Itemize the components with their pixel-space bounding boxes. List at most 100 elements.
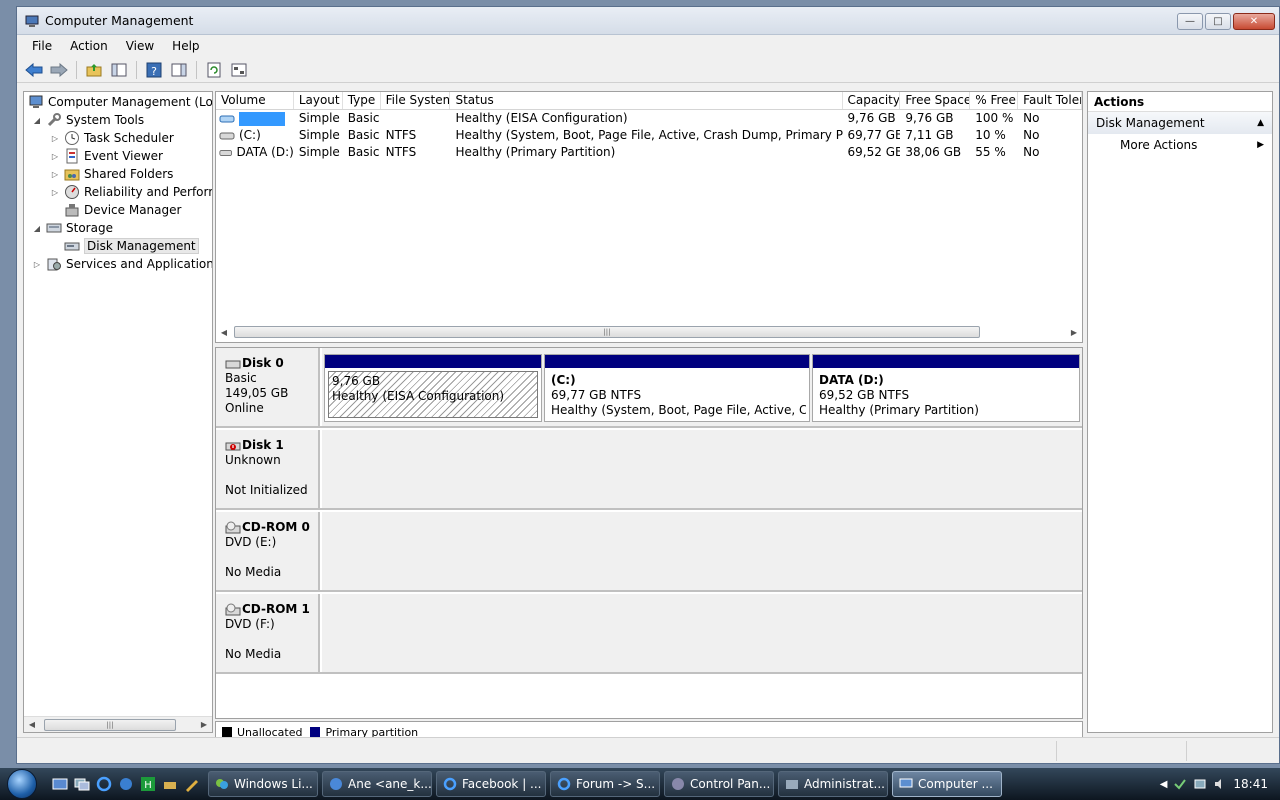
- disk-type: Basic: [225, 371, 257, 385]
- scroll-right-icon[interactable]: ▶: [196, 720, 212, 729]
- column-header-fault-tolerance[interactable]: Fault Toler: [1018, 92, 1082, 109]
- menu-action[interactable]: Action: [61, 39, 117, 53]
- expand-arrow-icon[interactable]: ▷: [50, 188, 60, 197]
- back-button[interactable]: [23, 60, 45, 80]
- tree-item-computer-management[interactable]: Computer Management (Local: [28, 93, 212, 111]
- expand-arrow-icon[interactable]: ▷: [32, 260, 42, 269]
- show-desktop-icon[interactable]: [52, 776, 68, 792]
- disk-info[interactable]: Disk 1 Unknown Not Initialized: [216, 430, 320, 508]
- scroll-left-icon[interactable]: ◀: [24, 720, 40, 729]
- column-header-percent-free[interactable]: % Free: [970, 92, 1019, 109]
- tree-item-system-tools[interactable]: ◢ System Tools: [32, 111, 144, 129]
- tree-item-shared-folders[interactable]: ▷ Shared Folders: [50, 165, 173, 183]
- menu-help[interactable]: Help: [163, 39, 208, 53]
- column-header-layout[interactable]: Layout: [294, 92, 343, 109]
- tree-item-storage[interactable]: ◢ Storage: [32, 219, 113, 237]
- column-header-volume[interactable]: Volume: [216, 92, 294, 109]
- scroll-left-icon[interactable]: ◀: [216, 328, 232, 337]
- maximize-button[interactable]: □: [1205, 13, 1231, 30]
- volume-row[interactable]: DATA (D:) Simple Basic NTFS Healthy (Pri…: [216, 144, 1082, 161]
- task-administrative-tools[interactable]: Administrat...: [778, 771, 888, 797]
- more-actions-item[interactable]: More Actions ▶: [1088, 134, 1272, 156]
- column-header-free-space[interactable]: Free Space: [900, 92, 971, 109]
- expand-arrow-icon[interactable]: ▷: [50, 134, 60, 143]
- task-computer-management[interactable]: Computer ...: [892, 771, 1002, 797]
- volume-cell: (C:): [216, 127, 294, 144]
- title-bar[interactable]: Computer Management — □ ✕: [17, 7, 1279, 35]
- column-header-status[interactable]: Status: [450, 92, 843, 109]
- back-arrow-icon: [25, 62, 43, 77]
- scrollbar-thumb[interactable]: |||: [234, 326, 980, 338]
- task-windows-live[interactable]: Windows Li...: [208, 771, 318, 797]
- network-icon[interactable]: [162, 776, 178, 792]
- partition-size: 69,52 GB NTFS: [819, 388, 910, 402]
- tree-item-services-and-applications[interactable]: ▷ Services and Applications: [32, 255, 212, 273]
- forward-arrow-icon: [50, 62, 68, 77]
- security-icon[interactable]: [1173, 777, 1187, 791]
- partition-eisa[interactable]: 9,76 GB Healthy (EISA Configuration): [324, 354, 542, 422]
- close-button[interactable]: ✕: [1233, 13, 1275, 30]
- scrollbar-track[interactable]: |||: [232, 326, 1066, 338]
- expand-arrow-icon[interactable]: ▷: [50, 170, 60, 179]
- disk-row-cdrom-1[interactable]: CD-ROM 1 DVD (F:) No Media: [216, 594, 1082, 674]
- clock[interactable]: 18:41: [1233, 777, 1268, 791]
- volume-icon: [219, 115, 235, 122]
- column-header-capacity[interactable]: Capacity: [843, 92, 901, 109]
- help-button[interactable]: ?: [143, 60, 165, 80]
- minimize-button[interactable]: —: [1177, 13, 1203, 30]
- disk-row-disk-0[interactable]: Disk 0 Basic 149,05 GB Online 9,76 GB He…: [216, 348, 1082, 428]
- layout-cell: Simple: [298, 128, 340, 142]
- explorer-icon[interactable]: [118, 776, 134, 792]
- column-header-type[interactable]: Type: [343, 92, 381, 109]
- properties-button[interactable]: [228, 60, 250, 80]
- expand-arrow-icon[interactable]: ▷: [50, 152, 60, 161]
- tree-item-reliability[interactable]: ▷ Reliability and Performa: [50, 183, 212, 201]
- partition-d[interactable]: DATA (D:) 69,52 GB NTFS Healthy (Primary…: [812, 354, 1080, 422]
- forward-button[interactable]: [48, 60, 70, 80]
- tree-horizontal-scrollbar[interactable]: ◀ ||| ▶: [24, 716, 212, 732]
- column-header-file-system[interactable]: File System: [381, 92, 451, 109]
- free-space-cell: 9,76 GB: [905, 111, 954, 125]
- volume-row[interactable]: Simple Basic Healthy (EISA Configuration…: [216, 110, 1082, 127]
- volume-list-horizontal-scrollbar[interactable]: ◀ ||| ▶: [216, 324, 1082, 340]
- disk-row-cdrom-0[interactable]: CD-ROM 0 DVD (E:) No Media: [216, 512, 1082, 592]
- disk-info[interactable]: CD-ROM 0 DVD (E:) No Media: [216, 512, 320, 590]
- mail-icon: [330, 778, 342, 790]
- tree-item-task-scheduler[interactable]: ▷ Task Scheduler: [50, 129, 174, 147]
- menu-view[interactable]: View: [117, 39, 163, 53]
- volume-icon[interactable]: [1213, 777, 1227, 791]
- collapse-section-icon[interactable]: ▲: [1257, 112, 1264, 134]
- network-icon[interactable]: [1193, 777, 1207, 791]
- task-email[interactable]: Ane <ane_k...: [322, 771, 432, 797]
- partition-c[interactable]: (C:) 69,77 GB NTFS Healthy (System, Boot…: [544, 354, 810, 422]
- volume-row[interactable]: (C:) Simple Basic NTFS Healthy (System, …: [216, 127, 1082, 144]
- tree-item-device-manager[interactable]: Device Manager: [64, 201, 181, 219]
- pencil-icon[interactable]: [184, 776, 200, 792]
- show-hide-action-pane-button[interactable]: [168, 60, 190, 80]
- up-level-button[interactable]: [83, 60, 105, 80]
- disk-info[interactable]: CD-ROM 1 DVD (F:) No Media: [216, 594, 320, 672]
- disk-info[interactable]: Disk 0 Basic 149,05 GB Online: [216, 348, 320, 426]
- actions-section-disk-management[interactable]: Disk Management ▲: [1088, 112, 1272, 134]
- status-bar: [17, 737, 1279, 763]
- task-control-panel[interactable]: Control Pan...: [664, 771, 774, 797]
- menu-file[interactable]: File: [23, 39, 61, 53]
- task-forum[interactable]: Forum -> S...: [550, 771, 660, 797]
- start-button[interactable]: [0, 768, 44, 800]
- show-hide-tree-button[interactable]: [108, 60, 130, 80]
- scroll-right-icon[interactable]: ▶: [1066, 328, 1082, 337]
- app-h-icon[interactable]: H: [140, 776, 156, 792]
- tray-expand-icon[interactable]: ◀: [1160, 779, 1168, 790]
- disk-row-disk-1[interactable]: Disk 1 Unknown Not Initialized: [216, 430, 1082, 510]
- collapse-arrow-icon[interactable]: ◢: [32, 116, 42, 125]
- collapse-arrow-icon[interactable]: ◢: [32, 224, 42, 233]
- internet-explorer-icon[interactable]: [96, 776, 112, 792]
- switch-windows-icon[interactable]: [74, 776, 90, 792]
- fault-tolerance-cell: No: [1023, 128, 1040, 142]
- windows-live-icon: [216, 779, 228, 789]
- tree-item-event-viewer[interactable]: ▷ Event Viewer: [50, 147, 163, 165]
- tree-item-disk-management[interactable]: Disk Management: [64, 237, 199, 255]
- scrollbar-thumb[interactable]: |||: [44, 718, 176, 731]
- refresh-button[interactable]: [203, 60, 225, 80]
- task-facebook[interactable]: Facebook | ...: [436, 771, 546, 797]
